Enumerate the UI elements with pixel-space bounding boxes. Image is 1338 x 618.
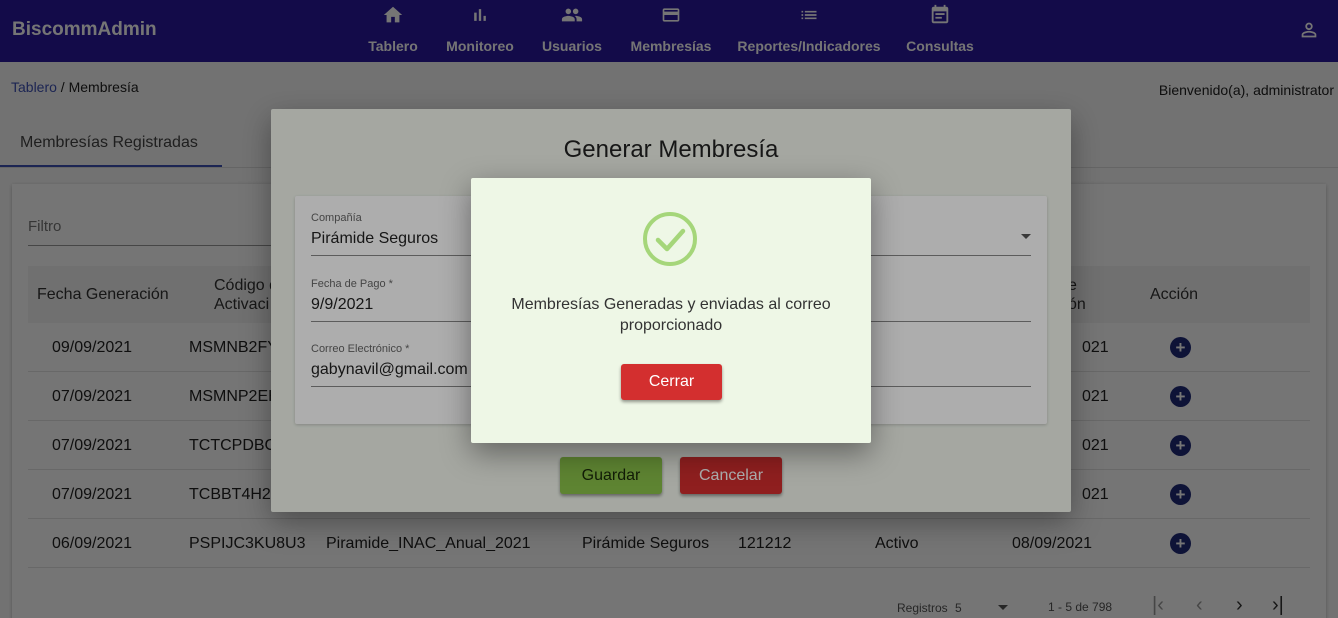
success-message: Membresías Generadas y enviadas al corre… (511, 296, 831, 334)
success-dialog: Membresías Generadas y enviadas al corre… (471, 178, 871, 443)
close-button[interactable]: Cerrar (621, 364, 722, 400)
check-circle-icon (641, 210, 699, 273)
